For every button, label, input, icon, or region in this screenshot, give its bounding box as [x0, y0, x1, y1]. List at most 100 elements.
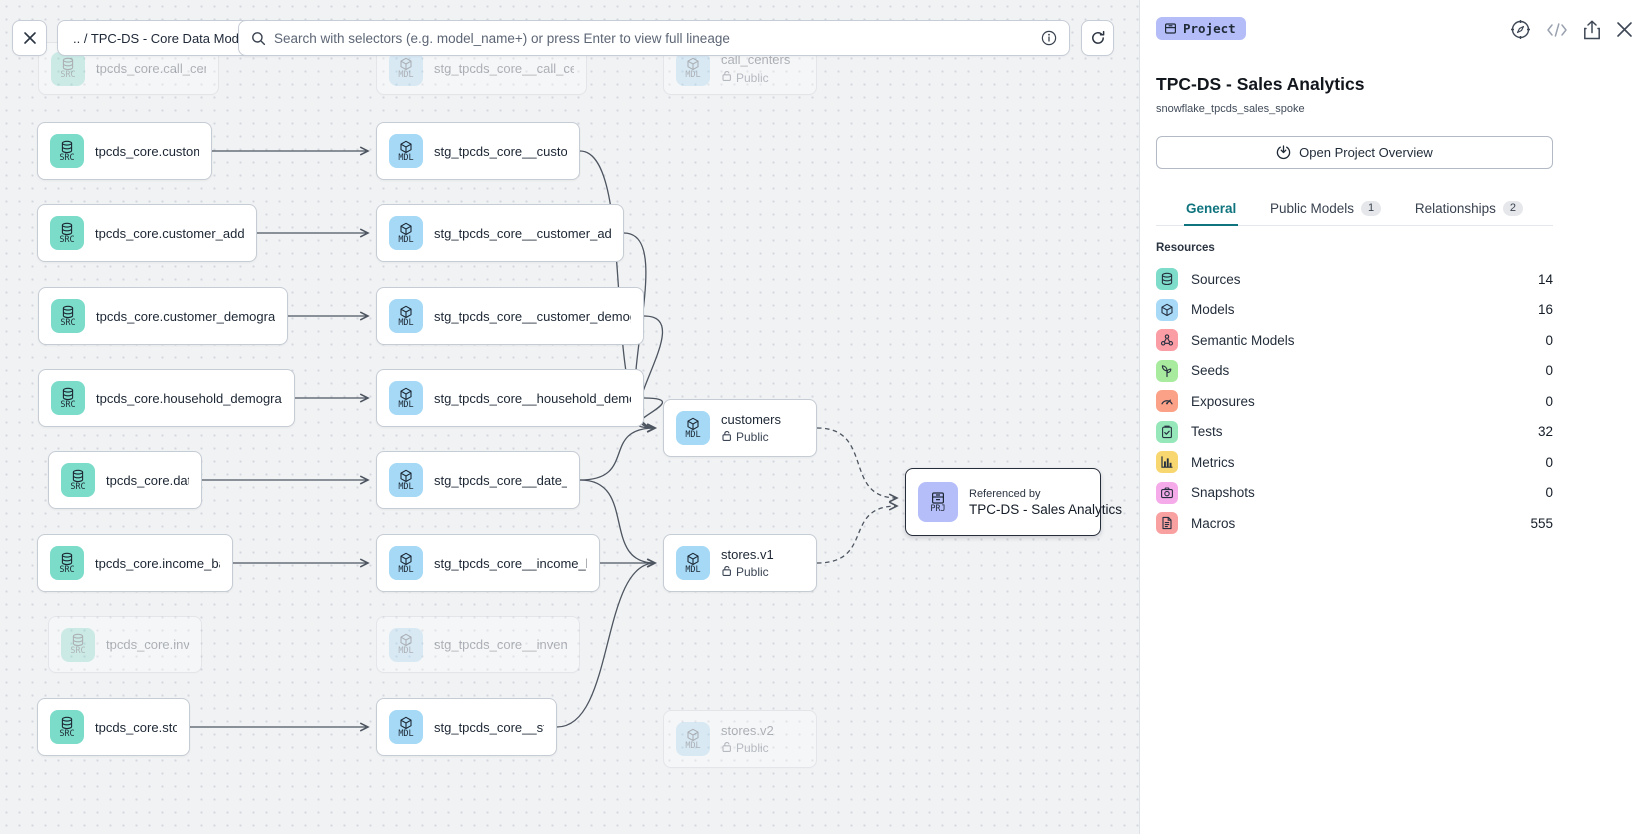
- seed-icon: [1156, 360, 1178, 382]
- resource-row-tests[interactable]: Tests 32: [1156, 421, 1553, 443]
- node-label: stg_tpcds_core__date_dim: [434, 473, 567, 488]
- tab-relationships[interactable]: Relationships2: [1413, 192, 1525, 226]
- badge-label: MDL: [398, 483, 413, 492]
- graph-node-m_customer_demogra[interactable]: MDL stg_tpcds_core__customer_demogra…: [376, 287, 644, 345]
- graph-node-s_store[interactable]: SRCtpcds_core.store: [37, 698, 190, 756]
- badge-label: MDL: [398, 154, 413, 163]
- resource-count: 14: [1538, 272, 1553, 287]
- resource-row-macros[interactable]: Macros555: [1156, 512, 1553, 534]
- resource-count: 0: [1545, 455, 1553, 470]
- graph-node-m_customer[interactable]: MDL stg_tpcds_core__customer: [376, 122, 580, 180]
- resource-label: Seeds: [1191, 363, 1532, 378]
- resource-row-sources[interactable]: Sources 14: [1156, 268, 1553, 290]
- project-icon: [1164, 22, 1177, 35]
- graph-node-s_customer_address[interactable]: SRCtpcds_core.customer_address: [37, 204, 257, 262]
- node-content: stg_tpcds_core__customer_demogra…: [434, 309, 631, 324]
- node-content: stg_tpcds_core__inventory: [434, 637, 567, 652]
- graph-node-m_inventory[interactable]: MDLstg_tpcds_core__inventory: [376, 616, 580, 673]
- badge-label: MDL: [398, 401, 413, 410]
- node-label: tpcds_core.customer_demographics: [96, 309, 275, 324]
- open-project-overview-button[interactable]: Open Project Overview: [1156, 136, 1553, 169]
- tab-label: Public Models: [1270, 201, 1354, 216]
- close-lineage-button[interactable]: [12, 20, 47, 56]
- graph-node-m_date_dim[interactable]: MDL stg_tpcds_core__date_dim: [376, 451, 580, 509]
- resource-label: Sources: [1191, 272, 1525, 287]
- resource-row-snapshots[interactable]: Snapshots0: [1156, 482, 1553, 504]
- badge-label: PRJ: [930, 505, 945, 514]
- resource-label: Semantic Models: [1191, 333, 1532, 348]
- source-badge-icon: SRC: [61, 463, 95, 497]
- graph-node-m_income_band[interactable]: MDLstg_tpcds_core__income_band: [376, 534, 600, 592]
- share-icon[interactable]: [1583, 20, 1601, 40]
- unlock-icon: [721, 430, 732, 445]
- unlock-icon: [721, 70, 732, 85]
- graph-node-s_customer[interactable]: SRCtpcds_core.customer: [37, 122, 212, 180]
- code-icon[interactable]: [1546, 23, 1568, 37]
- resource-row-models[interactable]: Models16: [1156, 299, 1553, 321]
- badge-label: MDL: [685, 566, 700, 575]
- graph-node-prj[interactable]: PRJ Referenced byTPC-DS - Sales Analytics: [905, 468, 1101, 536]
- graph-node-s_customer_demographics[interactable]: SRC tpcds_core.customer_demographics: [38, 287, 288, 345]
- badge-label: MDL: [685, 71, 700, 80]
- unlock-icon: [721, 741, 732, 756]
- node-content: stores.v1 Public: [721, 547, 774, 580]
- badge-label: MDL: [398, 236, 413, 245]
- graph-node-m_household_demogr[interactable]: MDL stg_tpcds_core__household_demogr…: [376, 369, 644, 427]
- model-badge-icon: MDL: [676, 52, 710, 86]
- source-badge-icon: SRC: [51, 299, 85, 333]
- lineage-edge-p_stores_v1-prj: [817, 506, 897, 563]
- close-panel-icon[interactable]: [1616, 21, 1633, 38]
- graph-node-p_stores_v1[interactable]: MDL stores.v1 Public: [663, 534, 817, 592]
- graph-node-m_store[interactable]: MDL stg_tpcds_core__store: [376, 698, 557, 756]
- graph-node-p_stores_v2[interactable]: MDLstores.v2Public: [663, 710, 817, 768]
- node-label: tpcds_core.household_demographics: [96, 391, 282, 406]
- overview-button-label: Open Project Overview: [1299, 145, 1433, 160]
- explore-compass-icon[interactable]: [1510, 19, 1531, 40]
- node-label: tpcds_core.income_band: [95, 556, 220, 571]
- tab-count-badge: 2: [1503, 201, 1523, 216]
- tab-general[interactable]: General: [1184, 192, 1238, 226]
- badge-label: SRC: [60, 71, 75, 80]
- tab-count-badge: 1: [1361, 201, 1381, 216]
- graph-node-m_customer_address[interactable]: MDL stg_tpcds_core__customer_address: [376, 204, 624, 262]
- node-label: stores.v1: [721, 547, 774, 562]
- database-icon: [1156, 268, 1178, 290]
- info-icon[interactable]: [1041, 30, 1057, 46]
- resource-row-seeds[interactable]: Seeds0: [1156, 360, 1553, 382]
- resource-row-metrics[interactable]: Metrics0: [1156, 451, 1553, 473]
- camera-icon: [1156, 482, 1178, 504]
- node-content: stg_tpcds_core__customer: [434, 144, 567, 159]
- resource-row-semantic-models[interactable]: Semantic Models0: [1156, 329, 1553, 351]
- model-badge-icon: MDL: [389, 299, 423, 333]
- node-label: stg_tpcds_core__store: [434, 720, 544, 735]
- node-label: stg_tpcds_core__customer_address: [434, 226, 611, 241]
- node-content: tpcds_core.date_dim: [106, 473, 189, 488]
- resource-row-exposures[interactable]: Exposures0: [1156, 390, 1553, 412]
- source-badge-icon: SRC: [51, 381, 85, 415]
- node-label: stores.v2: [721, 723, 774, 738]
- node-content: stg_tpcds_core__customer_address: [434, 226, 611, 241]
- refresh-lineage-button[interactable]: [1081, 20, 1114, 56]
- graph-node-s_date_dim[interactable]: SRC tpcds_core.date_dim: [48, 451, 202, 509]
- resource-count: 32: [1538, 424, 1553, 439]
- resource-label: Tests: [1191, 424, 1525, 439]
- project-type-chip: Project: [1156, 17, 1246, 40]
- lineage-canvas[interactable]: SRCtpcds_core.call_centerSRCtpcds_core.c…: [0, 0, 1139, 834]
- node-content: Referenced byTPC-DS - Sales Analytics: [969, 488, 1088, 517]
- model-badge-icon: MDL: [676, 411, 710, 445]
- graph-node-p_customers[interactable]: MDLcustomersPublic: [663, 399, 817, 457]
- source-badge-icon: SRC: [50, 546, 84, 580]
- project-subtitle: snowflake_tpcds_sales_spoke: [1156, 103, 1305, 115]
- node-label: customers: [721, 412, 781, 427]
- search-input[interactable]: [274, 31, 1033, 46]
- node-label: stg_tpcds_core__household_demogr…: [434, 391, 631, 406]
- model-badge-icon: MDL: [389, 710, 423, 744]
- panel-tabs: General Public Models 1 Relationships2: [1156, 192, 1553, 226]
- node-access-label: Public: [736, 565, 769, 579]
- tab-public-models[interactable]: Public Models 1: [1268, 192, 1383, 226]
- resource-label: Models: [1191, 302, 1525, 317]
- graph-node-s_household_demographics[interactable]: SRC tpcds_core.household_demographics: [38, 369, 295, 427]
- node-label: stg_tpcds_core__income_band: [434, 556, 587, 571]
- graph-node-s_income_band[interactable]: SRC tpcds_core.income_band: [37, 534, 233, 592]
- graph-node-s_inventory[interactable]: SRCtpcds_core.inventory: [48, 616, 202, 673]
